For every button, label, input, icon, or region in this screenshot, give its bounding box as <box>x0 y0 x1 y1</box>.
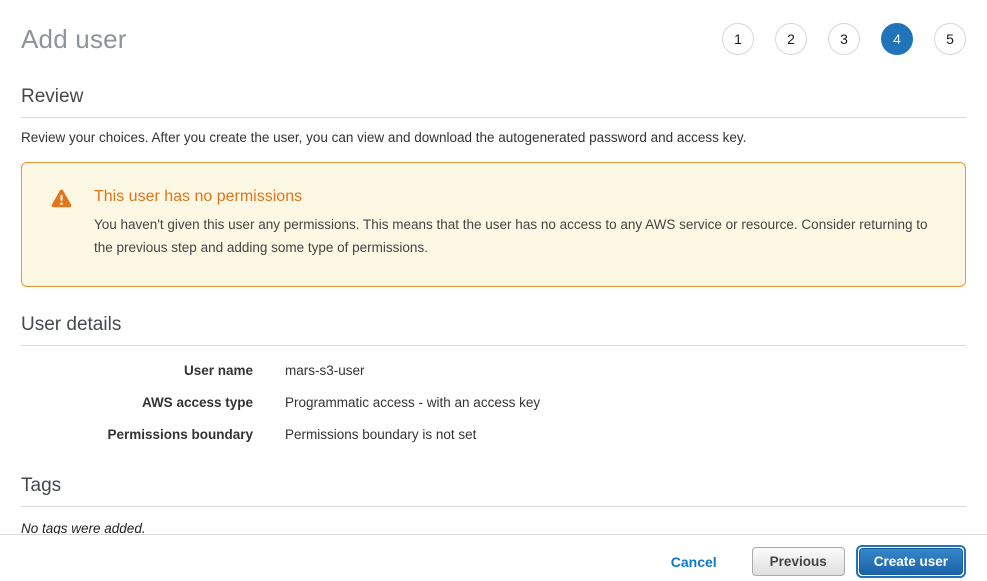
wizard-footer: Cancel Previous Create user <box>0 534 987 578</box>
table-row: AWS access type Programmatic access - wi… <box>21 395 966 410</box>
create-user-button-focus-ring: Create user <box>856 545 966 578</box>
step-circle-2: 2 <box>775 23 807 55</box>
wizard-step-indicator: 1 2 3 4 5 <box>722 23 966 55</box>
aws-access-type-label: AWS access type <box>21 395 253 410</box>
aws-access-type-value: Programmatic access - with an access key <box>285 395 540 410</box>
wizard-header: Add user 1 2 3 4 5 <box>0 0 987 62</box>
tags-heading: Tags <box>21 475 966 507</box>
page-title: Add user <box>21 24 127 55</box>
warning-body: You haven't given this user any permissi… <box>94 213 935 259</box>
user-name-label: User name <box>21 363 253 378</box>
user-details-heading: User details <box>21 314 966 346</box>
cancel-link[interactable]: Cancel <box>671 554 717 570</box>
review-heading: Review <box>21 86 966 118</box>
tags-section: Tags No tags were added. <box>21 475 966 536</box>
user-details-section: User details User name mars-s3-user AWS … <box>21 314 966 442</box>
review-section: Review Review your choices. After you cr… <box>21 86 966 145</box>
step-circle-1: 1 <box>722 23 754 55</box>
table-row: User name mars-s3-user <box>21 363 966 378</box>
warning-triangle-icon <box>51 189 72 213</box>
table-row: Permissions boundary Permissions boundar… <box>21 427 966 442</box>
permissions-boundary-value: Permissions boundary is not set <box>285 427 476 442</box>
main-content: Review Review your choices. After you cr… <box>0 86 987 536</box>
step-circle-4: 4 <box>881 23 913 55</box>
user-details-rows: User name mars-s3-user AWS access type P… <box>21 363 966 442</box>
step-circle-5: 5 <box>934 23 966 55</box>
step-circle-3: 3 <box>828 23 860 55</box>
previous-button[interactable]: Previous <box>752 547 845 576</box>
no-permissions-warning-box: This user has no permissions You haven't… <box>21 162 966 287</box>
permissions-boundary-label: Permissions boundary <box>21 427 253 442</box>
review-description: Review your choices. After you create th… <box>21 130 966 145</box>
warning-title: This user has no permissions <box>94 188 935 206</box>
create-user-button[interactable]: Create user <box>859 548 963 575</box>
add-user-page: Add user 1 2 3 4 5 Review Review your ch… <box>0 0 987 581</box>
user-name-value: mars-s3-user <box>285 363 365 378</box>
footer-actions: Cancel Previous Create user <box>0 535 987 578</box>
warning-content: This user has no permissions You haven't… <box>94 188 935 259</box>
